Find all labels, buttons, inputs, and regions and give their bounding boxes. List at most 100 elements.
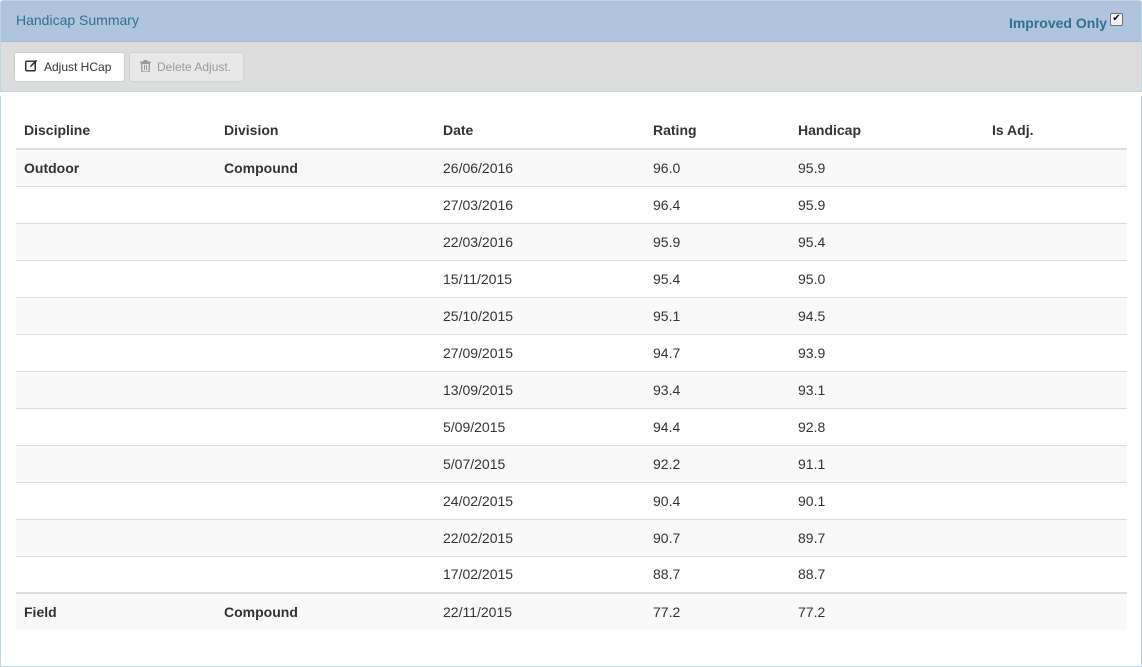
cell-rating: 90.7 <box>645 518 790 556</box>
cell-rating: 88.7 <box>645 555 790 593</box>
cell-is-adj <box>984 370 1127 408</box>
cell-handicap: 88.7 <box>790 555 984 593</box>
cell-date: 27/09/2015 <box>435 333 645 371</box>
cell-handicap: 89.7 <box>790 518 984 556</box>
table-row[interactable]: Outdoor Compound 26/06/2016 96.0 95.9 <box>16 149 1127 186</box>
cell-rating: 95.9 <box>645 222 790 260</box>
table-row[interactable]: 24/02/2015 90.4 90.1 <box>16 481 1127 519</box>
cell-handicap: 90.1 <box>790 481 984 519</box>
adjust-hcap-button[interactable]: Adjust HCap <box>14 52 125 82</box>
table-row[interactable]: 25/10/2015 95.1 94.5 <box>16 296 1127 334</box>
cell-rating: 92.2 <box>645 444 790 482</box>
table-row[interactable]: 5/09/2015 94.4 92.8 <box>16 407 1127 445</box>
table-header-row: Discipline Division Date Rating Handicap… <box>16 111 1127 150</box>
cell-date: 24/02/2015 <box>435 481 645 519</box>
cell-rating: 96.0 <box>645 149 790 186</box>
cell-discipline <box>16 407 216 445</box>
cell-is-adj <box>984 149 1127 186</box>
cell-division: Compound <box>216 149 435 186</box>
cell-handicap: 95.4 <box>790 222 984 260</box>
cell-discipline <box>16 481 216 519</box>
cell-division <box>216 481 435 519</box>
cell-date: 5/09/2015 <box>435 407 645 445</box>
cell-is-adj <box>984 333 1127 371</box>
cell-rating: 95.1 <box>645 296 790 334</box>
cell-handicap: 92.8 <box>790 407 984 445</box>
cell-is-adj <box>984 296 1127 334</box>
table-row[interactable]: 5/07/2015 92.2 91.1 <box>16 444 1127 482</box>
table-container: Discipline Division Date Rating Handicap… <box>0 96 1142 667</box>
cell-is-adj <box>984 481 1127 519</box>
cell-division <box>216 407 435 445</box>
col-header-date[interactable]: Date <box>435 111 645 150</box>
cell-rating: 95.4 <box>645 259 790 297</box>
improved-only-checkbox[interactable]: ✔ <box>1110 12 1123 26</box>
table-row[interactable]: 15/11/2015 95.4 95.0 <box>16 259 1127 297</box>
panel-title: Handicap Summary <box>16 12 139 28</box>
cell-division <box>216 555 435 593</box>
toolbar: Adjust HCap Delete Adjust. <box>1 42 1141 91</box>
cell-date: 22/03/2016 <box>435 222 645 260</box>
cell-discipline <box>16 333 216 371</box>
delete-adjust-button[interactable]: Delete Adjust. <box>129 52 244 82</box>
cell-rating: 77.2 <box>645 592 790 630</box>
cell-discipline <box>16 222 216 260</box>
cell-division <box>216 222 435 260</box>
trash-icon <box>140 59 151 75</box>
cell-rating: 96.4 <box>645 185 790 223</box>
cell-date: 25/10/2015 <box>435 296 645 334</box>
table-row[interactable]: 13/09/2015 93.4 93.1 <box>16 370 1127 408</box>
table-row[interactable]: 17/02/2015 88.7 88.7 <box>16 555 1127 593</box>
cell-division <box>216 444 435 482</box>
cell-date: 26/06/2016 <box>435 149 645 186</box>
cell-is-adj <box>984 444 1127 482</box>
col-header-discipline[interactable]: Discipline <box>16 111 216 150</box>
cell-discipline <box>16 370 216 408</box>
cell-date: 13/09/2015 <box>435 370 645 408</box>
cell-discipline <box>16 185 216 223</box>
cell-date: 15/11/2015 <box>435 259 645 297</box>
table-body: Outdoor Compound 26/06/2016 96.0 95.9 27/03/2… <box>16 149 1127 630</box>
col-header-handicap[interactable]: Handicap <box>790 111 984 150</box>
improved-only-toggle[interactable]: Improved Only ✔ <box>1008 12 1123 31</box>
cell-handicap: 94.5 <box>790 296 984 334</box>
cell-discipline <box>16 296 216 334</box>
cell-is-adj <box>984 518 1127 556</box>
cell-is-adj <box>984 407 1127 445</box>
cell-division <box>216 296 435 334</box>
cell-discipline <box>16 259 216 297</box>
delete-adjust-label: Delete Adjust. <box>157 60 232 74</box>
cell-rating: 94.4 <box>645 407 790 445</box>
edit-icon <box>25 59 38 75</box>
cell-discipline <box>16 444 216 482</box>
cell-division <box>216 518 435 556</box>
improved-only-label: Improved Only <box>1008 15 1107 31</box>
table-row[interactable]: 27/09/2015 94.7 93.9 <box>16 333 1127 371</box>
adjust-hcap-label: Adjust HCap <box>44 60 112 74</box>
col-header-rating[interactable]: Rating <box>645 111 790 150</box>
cell-date: 5/07/2015 <box>435 444 645 482</box>
cell-division <box>216 185 435 223</box>
cell-handicap: 77.2 <box>790 592 984 630</box>
cell-rating: 90.4 <box>645 481 790 519</box>
table-row[interactable]: 22/03/2016 95.9 95.4 <box>16 222 1127 260</box>
table-row[interactable]: 22/02/2015 90.7 89.7 <box>16 518 1127 556</box>
cell-is-adj <box>984 259 1127 297</box>
cell-rating: 93.4 <box>645 370 790 408</box>
cell-handicap: 95.9 <box>790 185 984 223</box>
handicap-summary-panel: Handicap Summary Improved Only ✔ Adjust … <box>0 0 1142 92</box>
cell-handicap: 95.9 <box>790 149 984 186</box>
cell-division <box>216 333 435 371</box>
cell-handicap: 91.1 <box>790 444 984 482</box>
panel-heading: Handicap Summary Improved Only ✔ <box>1 1 1141 42</box>
table-row[interactable]: 27/03/2016 96.4 95.9 <box>16 185 1127 223</box>
table-row[interactable]: Field Compound 22/11/2015 77.2 77.2 <box>16 592 1127 630</box>
cell-is-adj <box>984 185 1127 223</box>
col-header-is-adj[interactable]: Is Adj. <box>984 111 1127 150</box>
cell-division <box>216 370 435 408</box>
cell-date: 22/11/2015 <box>435 592 645 630</box>
cell-discipline <box>16 555 216 593</box>
col-header-division[interactable]: Division <box>216 111 435 150</box>
handicap-table: Discipline Division Date Rating Handicap… <box>16 111 1127 630</box>
cell-handicap: 93.1 <box>790 370 984 408</box>
